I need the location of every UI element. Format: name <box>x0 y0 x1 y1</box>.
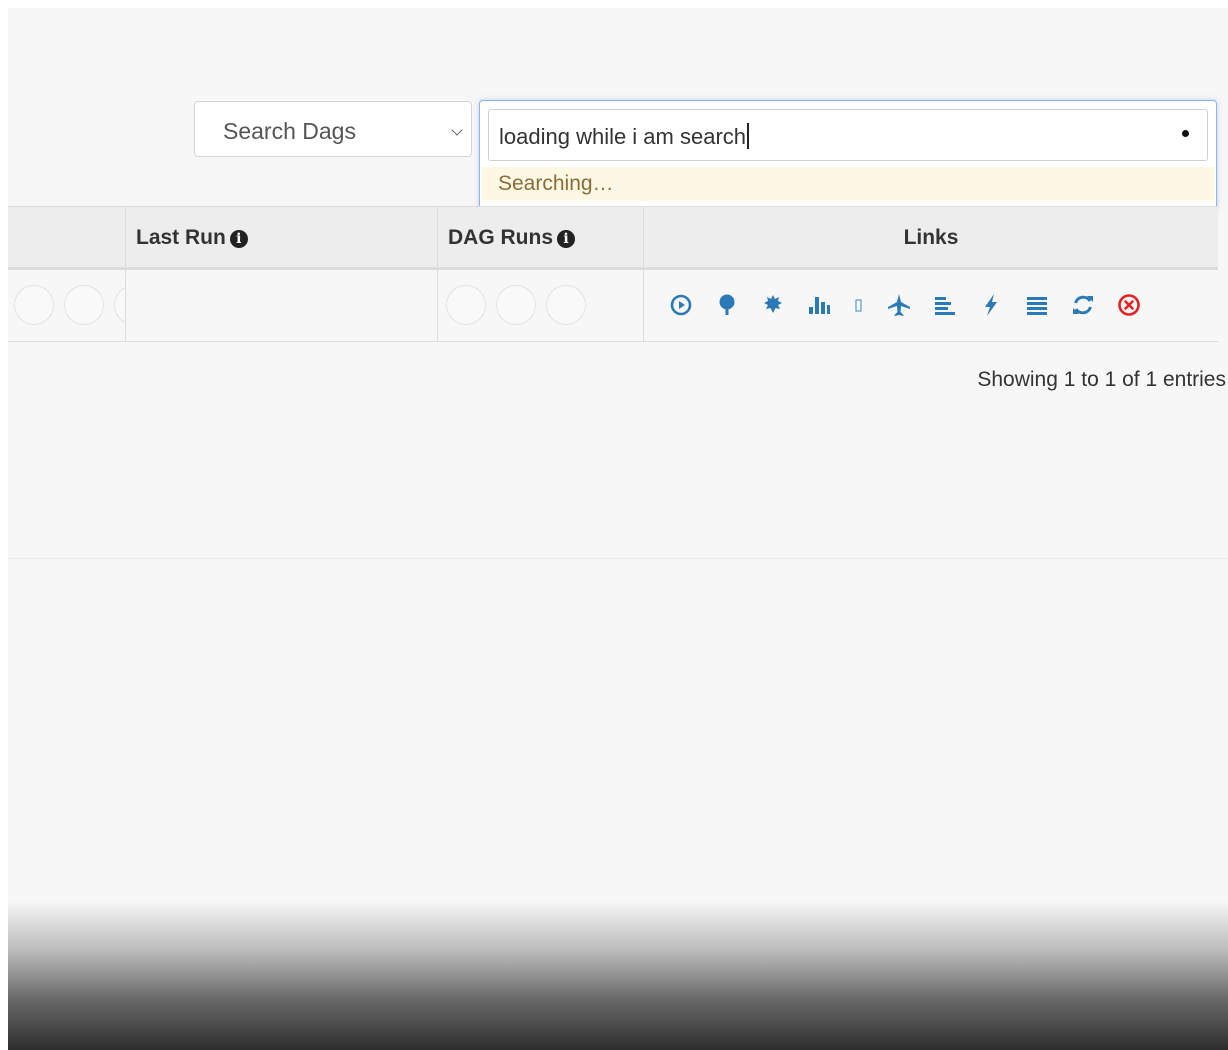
task-tries-icon[interactable] <box>852 290 866 320</box>
info-circle-icon[interactable]: i <box>557 230 575 248</box>
section-divider <box>8 558 1228 559</box>
column-header-links: Links <box>644 207 1218 268</box>
page: Search Dags loading while i am search Se… <box>8 8 1228 1050</box>
gantt-icon[interactable] <box>932 290 958 320</box>
status-circle[interactable] <box>496 285 536 325</box>
table-row <box>8 270 1218 342</box>
column-header-label: Links <box>903 226 959 249</box>
code-icon[interactable] <box>978 290 1004 320</box>
tree-view-icon[interactable] <box>714 290 740 320</box>
search-dags-select[interactable]: Search Dags <box>194 101 472 157</box>
search-input-value: loading while i am search <box>499 124 747 149</box>
chevron-down-icon <box>451 124 463 136</box>
clear-dot-icon[interactable] <box>1182 130 1189 137</box>
status-circle[interactable] <box>64 285 104 325</box>
bottom-fade-overlay <box>8 901 1228 1050</box>
refresh-icon[interactable] <box>1070 290 1096 320</box>
pagination-info: Showing 1 to 1 of 1 entries <box>977 368 1226 391</box>
delete-icon[interactable] <box>1116 290 1142 320</box>
column-divider <box>643 270 644 342</box>
search-input[interactable]: loading while i am search <box>488 109 1208 161</box>
column-divider <box>437 207 438 268</box>
searching-status: Searching… <box>482 167 1214 201</box>
landing-times-icon[interactable] <box>886 290 912 320</box>
column-header-label: Last Run <box>136 226 226 249</box>
recent-tasks-cell <box>8 270 125 342</box>
status-circle[interactable] <box>114 285 125 325</box>
table-header: Last Run i DAG Runs i Links <box>8 206 1218 270</box>
status-circle[interactable] <box>446 285 486 325</box>
task-duration-icon[interactable] <box>806 290 832 320</box>
status-circle[interactable] <box>546 285 586 325</box>
column-header-label: DAG Runs <box>448 226 553 249</box>
graph-view-icon[interactable] <box>760 290 786 320</box>
column-header-last-run[interactable]: Last Run i <box>136 207 248 268</box>
status-circle[interactable] <box>14 285 54 325</box>
text-cursor <box>747 123 749 149</box>
dag-runs-cell <box>438 270 643 342</box>
info-circle-icon[interactable]: i <box>229 230 248 248</box>
trigger-dag-icon[interactable] <box>668 290 694 320</box>
column-header-dag-runs[interactable]: DAG Runs i <box>448 207 575 268</box>
last-run-cell <box>126 270 437 342</box>
search-dags-select-label: Search Dags <box>223 118 356 144</box>
column-divider <box>125 207 126 268</box>
links-cell <box>668 288 1162 322</box>
search-autocomplete: loading while i am search Searching… <box>479 100 1217 210</box>
logs-icon[interactable] <box>1024 290 1050 320</box>
